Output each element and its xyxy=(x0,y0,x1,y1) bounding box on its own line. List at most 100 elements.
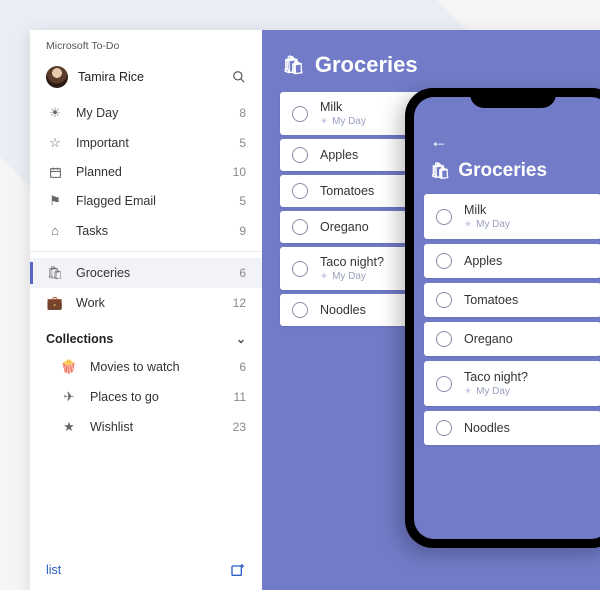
briefcase-icon: 💼 xyxy=(46,295,64,311)
complete-circle-icon[interactable] xyxy=(292,302,308,318)
user-lists: 🛍 Groceries 6 💼 Work 12 xyxy=(30,251,262,324)
collections-list: 🍿 Movies to watch 6 ✈ Places to go 11 ★ … xyxy=(30,350,262,448)
sidebar-item-label: Movies to watch xyxy=(90,360,239,374)
task-label: Tomatoes xyxy=(320,184,374,198)
shopping-bag-icon: 🛍 xyxy=(46,265,64,281)
sidebar-item-count: 5 xyxy=(239,194,246,208)
complete-circle-icon[interactable] xyxy=(292,183,308,199)
sidebar-item-label: Wishlist xyxy=(90,420,233,434)
sidebar-item-label: Tasks xyxy=(76,224,239,238)
sidebar-item-wishlist[interactable]: ★ Wishlist 23 xyxy=(30,412,262,442)
task-label: Apples xyxy=(464,254,502,268)
phone-frame: ← 🛍 Groceries Milk My Day Apples Tomatoe… xyxy=(405,88,600,548)
complete-circle-icon[interactable] xyxy=(292,219,308,235)
phone-toolbar: ← xyxy=(414,131,600,154)
user-name: Tamira Rice xyxy=(78,70,232,84)
task-label: Tomatoes xyxy=(464,293,518,307)
back-arrow-icon[interactable]: ← xyxy=(430,131,448,152)
task-row[interactable]: Oregano xyxy=(424,322,600,356)
task-label: Oregano xyxy=(320,220,369,234)
task-label: Oregano xyxy=(464,332,513,346)
sidebar-item-count: 23 xyxy=(233,420,246,434)
task-tag: My Day xyxy=(464,386,528,397)
home-icon: ⌂ xyxy=(46,223,64,238)
sidebar: Microsoft To-Do Tamira Rice ☀ My Day 8 ☆… xyxy=(30,30,262,590)
sidebar-item-label: Work xyxy=(76,296,233,310)
sidebar-item-label: My Day xyxy=(76,106,239,120)
new-list-button[interactable]: list xyxy=(46,563,230,577)
search-icon[interactable] xyxy=(232,70,246,84)
phone-task-list: Milk My Day Apples Tomatoes Oregano Taco… xyxy=(414,194,600,445)
phone-list-title: Groceries xyxy=(458,160,547,182)
complete-circle-icon[interactable] xyxy=(436,420,452,436)
shopping-bag-icon: 🛍 xyxy=(430,161,450,181)
complete-circle-icon[interactable] xyxy=(436,209,452,225)
sidebar-item-label: Groceries xyxy=(76,266,239,280)
task-label: Noodles xyxy=(464,421,510,435)
flag-icon: ⚑ xyxy=(46,193,64,209)
task-row[interactable]: Tomatoes xyxy=(424,283,600,317)
collections-header-label: Collections xyxy=(46,332,113,346)
task-label: Milk xyxy=(464,203,510,217)
airplane-icon: ✈ xyxy=(60,389,78,405)
complete-circle-icon[interactable] xyxy=(436,253,452,269)
task-label: Taco night? xyxy=(464,370,528,384)
sidebar-item-label: Flagged Email xyxy=(76,194,239,208)
complete-circle-icon[interactable] xyxy=(436,331,452,347)
account-row[interactable]: Tamira Rice xyxy=(30,58,262,96)
chevron-down-icon: ⌄ xyxy=(236,332,246,346)
task-row[interactable]: Taco night? My Day xyxy=(424,361,600,406)
sidebar-item-flagged[interactable]: ⚑ Flagged Email 5 xyxy=(30,186,262,216)
task-row[interactable]: Milk My Day xyxy=(424,194,600,239)
sidebar-item-important[interactable]: ☆ Important 5 xyxy=(30,128,262,158)
new-group-icon[interactable] xyxy=(230,562,246,578)
sidebar-item-label: Planned xyxy=(76,165,233,179)
sidebar-item-count: 11 xyxy=(234,390,246,404)
sidebar-item-count: 9 xyxy=(239,224,246,238)
sidebar-item-count: 10 xyxy=(233,165,246,179)
complete-circle-icon[interactable] xyxy=(292,147,308,163)
star-icon: ☆ xyxy=(46,135,64,151)
shopping-bag-icon: 🛍 xyxy=(282,55,305,76)
app-title: Microsoft To-Do xyxy=(30,30,262,58)
phone-screen: ← 🛍 Groceries Milk My Day Apples Tomatoe… xyxy=(414,97,600,539)
sun-icon: ☀ xyxy=(46,105,64,121)
sidebar-item-count: 8 xyxy=(239,106,246,120)
task-label: Taco night? xyxy=(320,255,384,269)
task-label: Noodles xyxy=(320,303,366,317)
sidebar-item-count: 5 xyxy=(239,136,246,150)
sidebar-item-count: 12 xyxy=(233,296,246,310)
sidebar-item-work[interactable]: 💼 Work 12 xyxy=(30,288,262,318)
sidebar-item-planned[interactable]: Planned 10 xyxy=(30,158,262,186)
sidebar-item-movies[interactable]: 🍿 Movies to watch 6 xyxy=(30,352,262,382)
sidebar-item-places[interactable]: ✈ Places to go 11 xyxy=(30,382,262,412)
new-list-row: list xyxy=(30,552,262,590)
sidebar-item-tasks[interactable]: ⌂ Tasks 9 xyxy=(30,216,262,245)
task-tag: My Day xyxy=(320,116,366,127)
collections-header[interactable]: Collections ⌄ xyxy=(30,324,262,350)
sidebar-item-count: 6 xyxy=(239,266,246,280)
task-tag: My Day xyxy=(320,271,384,282)
complete-circle-icon[interactable] xyxy=(436,292,452,308)
sidebar-item-my-day[interactable]: ☀ My Day 8 xyxy=(30,98,262,128)
calendar-icon xyxy=(46,166,64,179)
task-row[interactable]: Noodles xyxy=(424,411,600,445)
sidebar-item-label: Important xyxy=(76,136,239,150)
phone-list-title-row: 🛍 Groceries xyxy=(414,154,600,194)
task-row[interactable]: Apples xyxy=(424,244,600,278)
list-title-row: 🛍 Groceries xyxy=(282,52,600,78)
smart-lists: ☀ My Day 8 ☆ Important 5 Planned 10 ⚑ Fl… xyxy=(30,96,262,251)
popcorn-icon: 🍿 xyxy=(60,359,78,375)
star-icon: ★ xyxy=(60,419,78,435)
list-title: Groceries xyxy=(315,52,418,78)
complete-circle-icon[interactable] xyxy=(292,261,308,277)
complete-circle-icon[interactable] xyxy=(292,106,308,122)
sidebar-item-count: 6 xyxy=(239,360,246,374)
task-tag: My Day xyxy=(464,219,510,230)
sidebar-item-label: Places to go xyxy=(90,390,234,404)
task-label: Apples xyxy=(320,148,358,162)
sidebar-item-groceries[interactable]: 🛍 Groceries 6 xyxy=(30,258,262,288)
complete-circle-icon[interactable] xyxy=(436,376,452,392)
task-label: Milk xyxy=(320,100,366,114)
avatar xyxy=(46,66,68,88)
